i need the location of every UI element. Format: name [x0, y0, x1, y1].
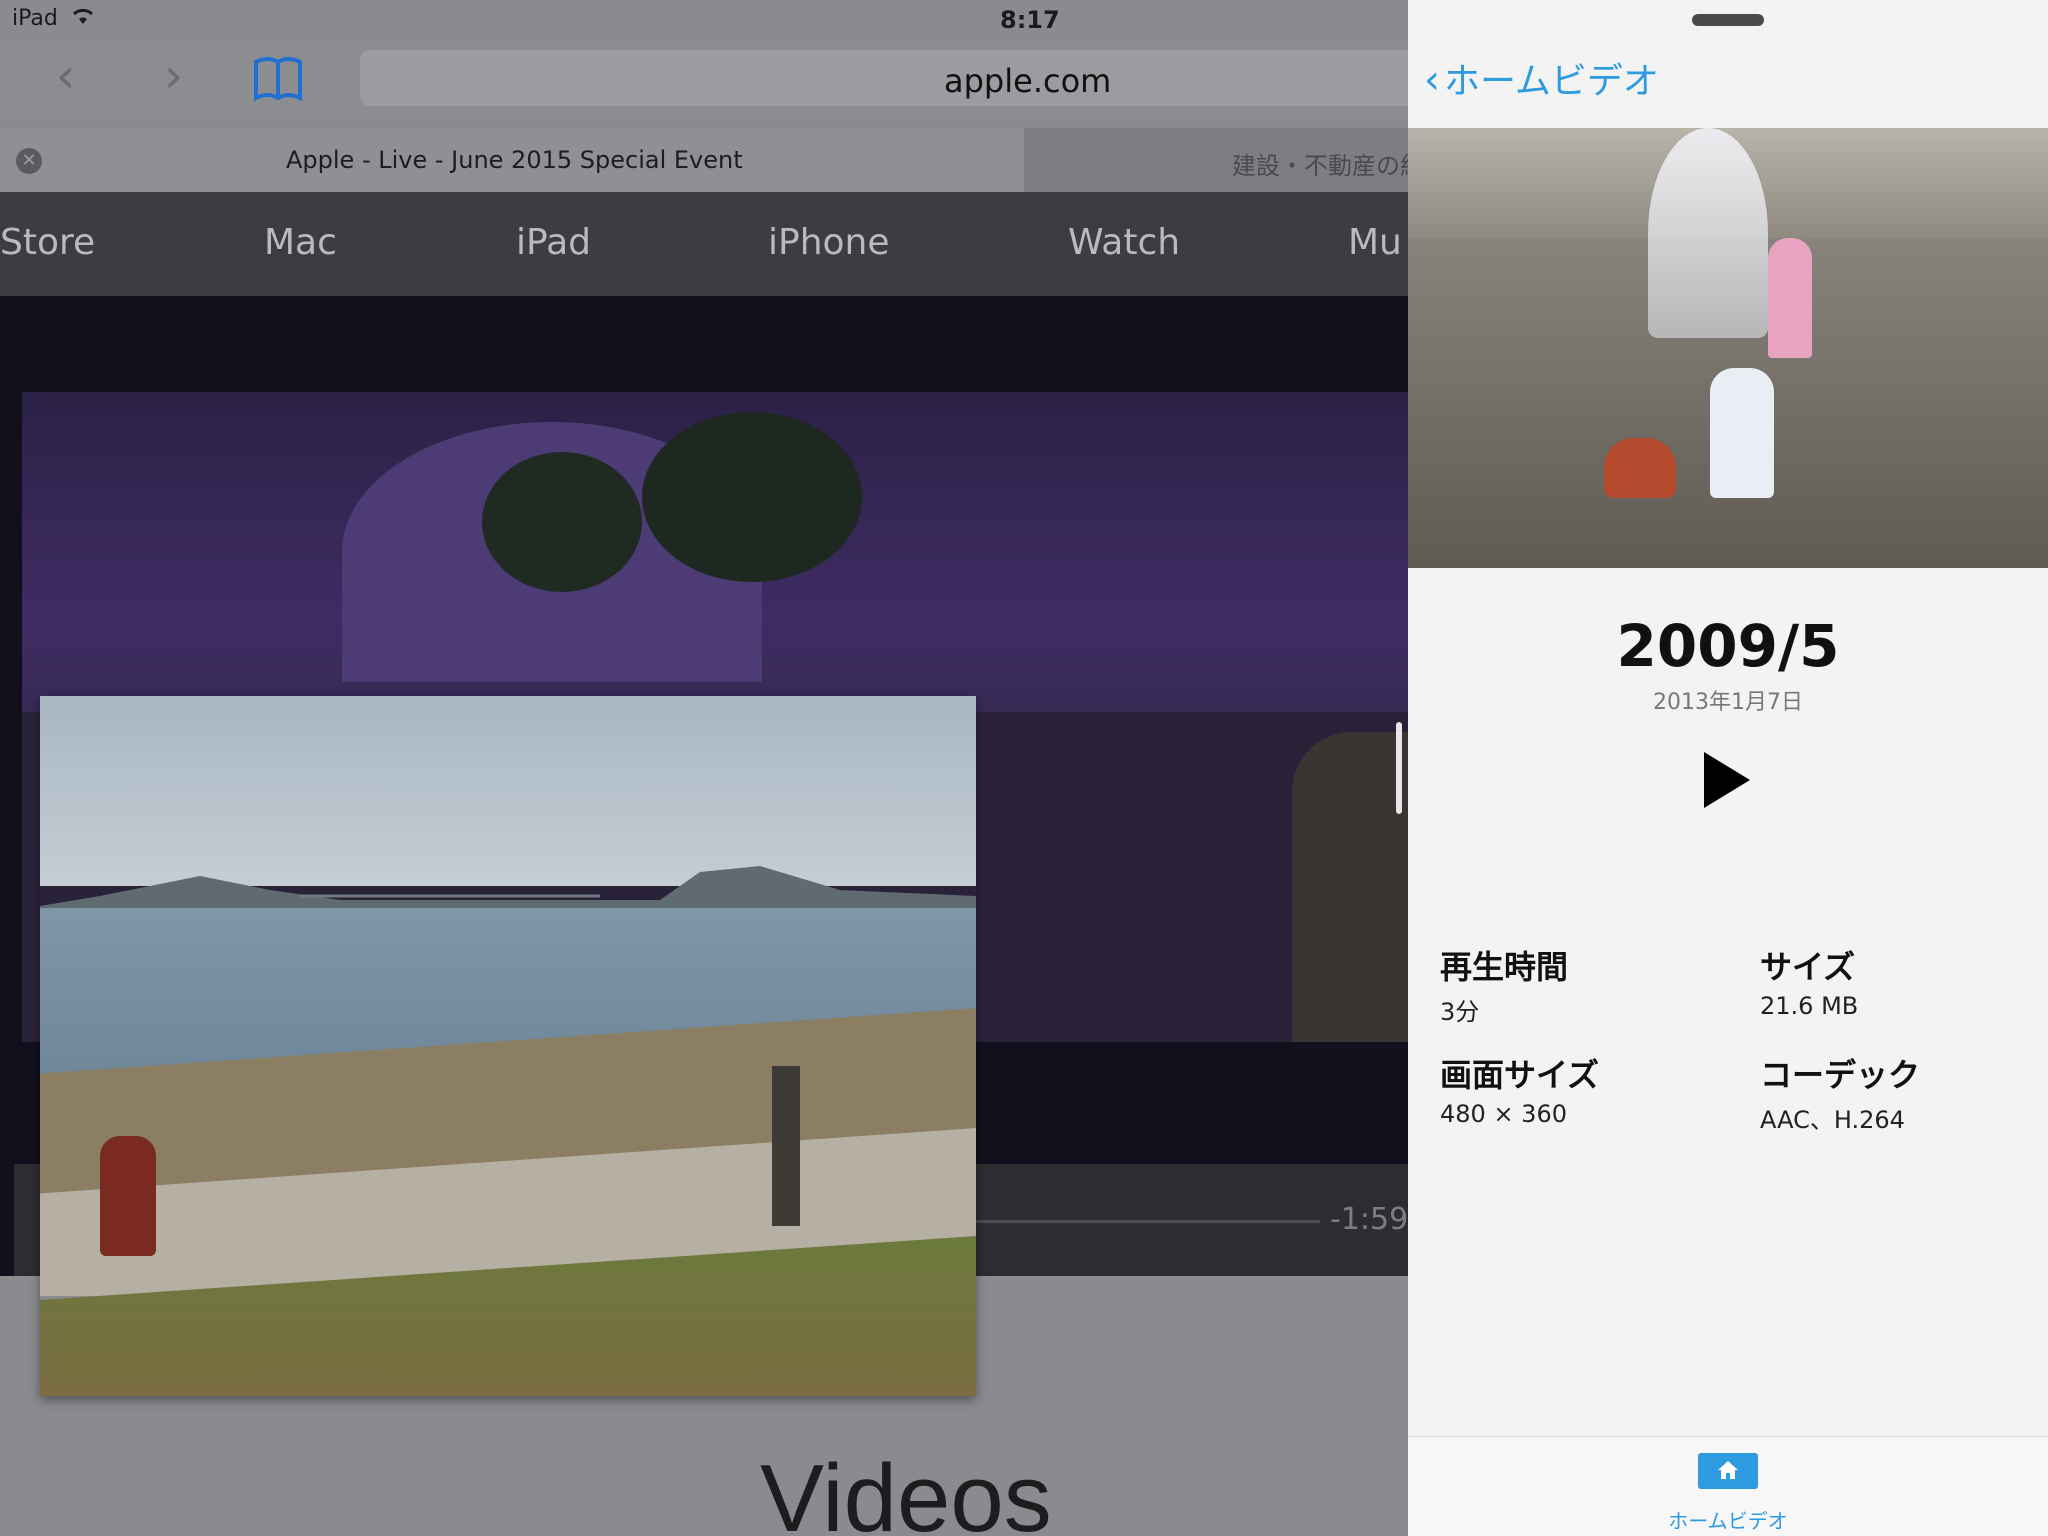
bookmarks-icon[interactable]	[252, 54, 304, 104]
address-text: apple.com	[944, 62, 1112, 100]
play-icon[interactable]	[1704, 752, 1750, 808]
safari-toolbar: ‹ › apple.com	[0, 40, 1408, 120]
back-arrow-icon[interactable]: ‹	[56, 52, 75, 100]
status-time: 8:17	[1000, 6, 1060, 34]
video-date: 2013年1月7日	[1653, 690, 1803, 715]
info-value-resolution: 480 × 360	[1440, 1100, 1567, 1128]
apple-global-nav: Store Mac iPad iPhone Watch Mu	[0, 192, 1408, 296]
tab-strip: ✕ Apple - Live - June 2015 Special Event…	[0, 128, 1408, 192]
info-value-size: 21.6 MB	[1760, 992, 1859, 1020]
split-view-divider[interactable]	[1396, 722, 1402, 814]
tab-bar: ホームビデオ	[1408, 1436, 2048, 1536]
time-remaining: -1:59	[1330, 1202, 1408, 1237]
close-tab-icon[interactable]: ✕	[16, 148, 42, 174]
nav-item-mac[interactable]: Mac	[264, 222, 337, 263]
wifi-icon	[70, 6, 96, 31]
tab-active[interactable]: ✕ Apple - Live - June 2015 Special Event	[0, 128, 1024, 192]
info-label-duration: 再生時間	[1440, 948, 1569, 986]
video-title: 2009/5	[1616, 612, 1840, 680]
info-value-codec: AAC、H.264	[1760, 1106, 1905, 1134]
info-label-resolution: 画面サイズ	[1440, 1056, 1600, 1094]
tab-home-videos[interactable]: ホームビデオ	[1408, 1505, 2048, 1534]
slide-over-grabber[interactable]	[1692, 14, 1764, 26]
tab-title: Apple - Live - June 2015 Special Event	[286, 146, 743, 174]
status-bar: iPad 8:17	[0, 0, 1408, 40]
home-icon[interactable]	[1698, 1453, 1758, 1489]
video-thumbnail[interactable]	[1408, 128, 2048, 568]
nav-item-ipad[interactable]: iPad	[516, 222, 591, 263]
info-value-duration: 3分	[1440, 998, 1480, 1026]
video-detail-pane: ‹ ホームビデオ 2009/5 2013年1月7日 再生時間 3分 サイズ 21.…	[1408, 0, 2048, 1536]
videos-heading: Videos	[760, 1445, 1052, 1536]
forward-arrow-icon[interactable]: ›	[164, 52, 183, 100]
device-name: iPad	[12, 6, 58, 31]
address-bar[interactable]: apple.com	[360, 50, 1408, 106]
info-label-size: サイズ	[1760, 948, 1856, 986]
nav-item-music[interactable]: Mu	[1348, 222, 1402, 263]
picture-in-picture-video[interactable]	[40, 696, 976, 1396]
info-label-codec: コーデック	[1760, 1056, 1921, 1094]
back-label: ホームビデオ	[1444, 61, 1659, 102]
scrubber-track[interactable]	[974, 1220, 1320, 1223]
nav-item-watch[interactable]: Watch	[1068, 222, 1180, 263]
nav-item-store[interactable]: Store	[0, 222, 95, 263]
nav-item-iphone[interactable]: iPhone	[768, 222, 890, 263]
back-button[interactable]: ‹ ホームビデオ	[1424, 58, 1659, 104]
safari-pane: iPad 8:17 ‹ › apple.com ✕ Apple - Live -…	[0, 0, 1408, 1536]
chevron-left-icon: ‹	[1424, 57, 1440, 103]
tab-inactive[interactable]: 建設・不動産の紅	[1232, 146, 1408, 181]
